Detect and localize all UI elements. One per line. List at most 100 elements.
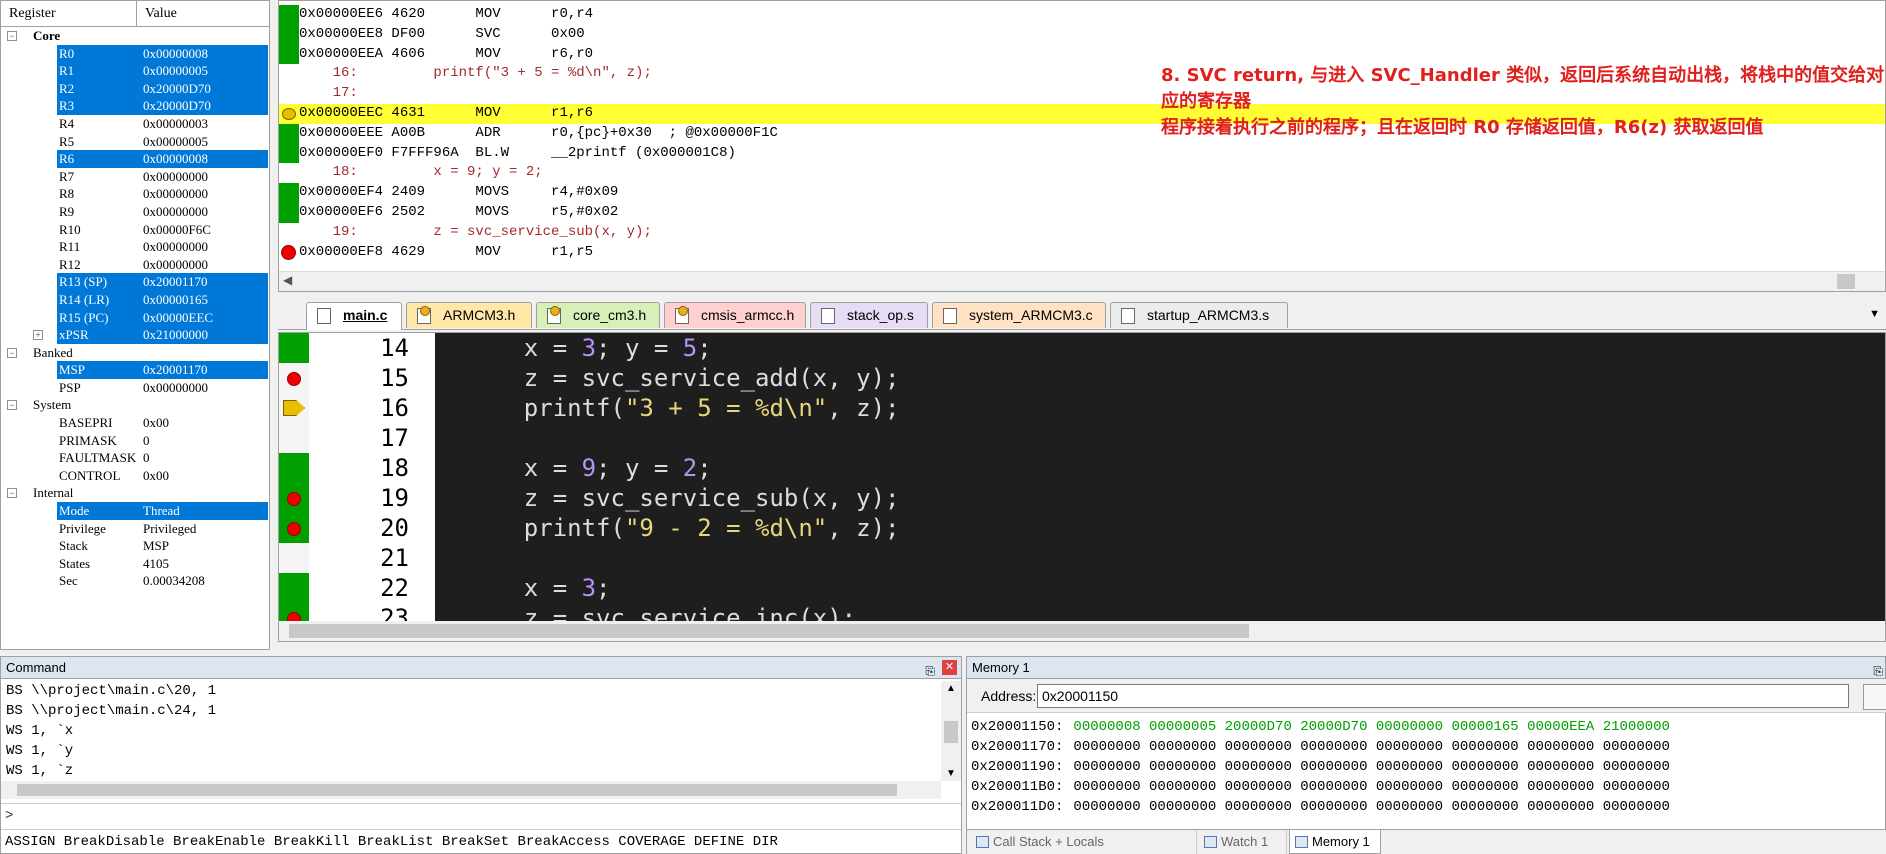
scroll-up-icon[interactable]: ▲ (946, 683, 956, 694)
register-row-r1[interactable]: R1 0x00000005 (1, 62, 269, 80)
disassembly-horizontal-scrollbar[interactable]: ◀ (279, 271, 1885, 291)
register-row-control[interactable]: CONTROL 0x00 (1, 467, 269, 485)
breakpoint-icon[interactable] (287, 372, 301, 386)
register-value[interactable]: 0x20001170 (143, 361, 208, 379)
editor-horizontal-scrollbar[interactable] (279, 621, 1885, 641)
register-row-r7[interactable]: R7 0x00000000 (1, 168, 269, 186)
register-row-xpsr[interactable]: + xPSR 0x21000000 (1, 326, 269, 344)
disassembly-line[interactable]: 0x00000EF8 4629 MOV r1,r5 (279, 243, 1885, 263)
register-row-psp[interactable]: PSP 0x00000000 (1, 379, 269, 397)
editor-line-22[interactable]: 22 x = 3; (279, 573, 1885, 603)
register-value[interactable]: 0x00000165 (143, 291, 208, 309)
lock-icon[interactable] (1863, 684, 1886, 710)
bottom-tab-watch-1[interactable]: Watch 1 (1199, 830, 1287, 854)
register-row-r12[interactable]: R12 0x00000000 (1, 256, 269, 274)
tab-main-c[interactable]: main.c (306, 302, 402, 330)
register-value[interactable]: 0x00000008 (143, 150, 208, 168)
register-value[interactable]: 0x00000000 (143, 185, 208, 203)
register-row-r8[interactable]: R8 0x00000000 (1, 185, 269, 203)
scroll-thumb[interactable] (1837, 274, 1855, 289)
register-row-r3[interactable]: R3 0x20000D70 (1, 97, 269, 115)
disassembly-line[interactable]: 0x00000EE8 DF00 SVC 0x00 (279, 24, 1885, 45)
scroll-left-icon[interactable]: ◀ (283, 273, 292, 287)
register-value[interactable]: 0x00000F6C (143, 221, 211, 239)
disassembly-line[interactable]: 0x00000EE6 4620 MOV r0,r4 (279, 5, 1885, 25)
value-column-header[interactable]: Value (137, 1, 269, 26)
register-value[interactable]: 0x00000000 (143, 256, 208, 274)
tab-armcm3-h[interactable]: ARMCM3.h (406, 302, 532, 328)
register-column-header[interactable]: Register (1, 1, 137, 26)
register-group-core[interactable]: − Core (1, 27, 269, 45)
memory-values[interactable]: 00000000 00000000 00000000 00000000 0000… (1073, 779, 1670, 795)
memory-values[interactable]: 00000000 00000000 00000000 00000000 0000… (1073, 739, 1670, 755)
tab-core-cm3-h[interactable]: core_cm3.h (536, 302, 660, 328)
memory-row[interactable]: 0x20001190: 00000000 00000000 00000000 00… (971, 757, 1670, 777)
editor-line-16[interactable]: 16 printf("3 + 5 = %d\n", z); (279, 393, 1885, 423)
breakpoint-icon[interactable] (287, 522, 301, 536)
register-row-r14[interactable]: R14 (LR) 0x00000165 (1, 290, 269, 309)
editor-line-21[interactable]: 21 (279, 543, 1885, 573)
editor-line-14[interactable]: 14 x = 3; y = 5; (279, 333, 1885, 363)
memory-values[interactable]: 00000000 00000000 00000000 00000000 0000… (1073, 759, 1670, 775)
memory-row[interactable]: 0x20001170: 00000000 00000000 00000000 00… (971, 737, 1670, 757)
register-value[interactable]: 0x00000003 (143, 115, 208, 133)
disassembly-line[interactable]: 0x00000EEA 4606 MOV r6,r0 (279, 44, 1885, 65)
command-input[interactable]: > (1, 803, 961, 827)
register-row-msp[interactable]: MSP 0x20001170 (1, 361, 269, 379)
disassembly-line[interactable]: 0x00000EF0 F7FFF96A BL.W __2printf (0x00… (279, 143, 1885, 164)
register-row-primask[interactable]: PRIMASK 0 (1, 432, 269, 450)
disassembly-line[interactable]: 18: x = 9; y = 2; (279, 163, 1885, 183)
memory-row[interactable]: 0x200011B0: 00000000 00000000 00000000 00… (971, 777, 1670, 797)
collapse-toggle-icon[interactable]: − (7, 347, 17, 358)
register-row-r11[interactable]: R11 0x00000000 (1, 238, 269, 256)
command-vertical-scrollbar[interactable]: ▲ ▼ (941, 681, 961, 781)
register-value[interactable]: 0x00000008 (143, 45, 208, 63)
register-value[interactable]: 0x20000D70 (143, 97, 211, 115)
collapse-toggle-icon[interactable]: − (7, 31, 17, 41)
register-value[interactable]: 0x00 (143, 467, 169, 485)
register-value[interactable]: 0x00 (143, 414, 169, 432)
tab-startup-armcm3-s[interactable]: startup_ARMCM3.s (1110, 302, 1288, 328)
register-group-internal[interactable]: − Internal (1, 484, 269, 502)
code-editor[interactable]: 14 x = 3; y = 5; 15 z = svc_service_add(x… (278, 332, 1886, 642)
register-row-r2[interactable]: R2 0x20000D70 (1, 79, 269, 98)
register-value[interactable]: 0x00000000 (143, 203, 208, 221)
register-value[interactable]: Thread (143, 502, 180, 520)
breakpoint-icon[interactable] (287, 492, 301, 506)
memory-values[interactable]: 00000008 00000005 20000D70 20000D70 0000… (1073, 719, 1670, 735)
register-value[interactable]: 0x00000000 (143, 238, 208, 256)
editor-line-15[interactable]: 15 z = svc_service_add(x, y); (279, 363, 1885, 393)
register-value[interactable]: 0 (143, 432, 150, 450)
register-value[interactable]: 0x00000000 (143, 168, 208, 186)
memory-values[interactable]: 00000000 00000000 00000000 00000000 0000… (1073, 799, 1670, 815)
register-value[interactable]: 0x20001170 (143, 273, 208, 291)
register-row-r0[interactable]: R0 0x00000008 (1, 44, 269, 63)
pin-icon[interactable]: ⎘ (925, 660, 935, 682)
scroll-thumb[interactable] (944, 721, 958, 743)
register-row-faultmask[interactable]: FAULTMASK 0 (1, 449, 269, 467)
expand-toggle-icon[interactable]: + (33, 330, 43, 341)
register-value[interactable]: 0x20000D70 (143, 80, 211, 98)
collapse-toggle-icon[interactable]: − (7, 400, 17, 411)
register-row-r6[interactable]: R6 0x00000008 (1, 150, 269, 168)
register-value[interactable]: Privileged (143, 520, 196, 538)
scroll-down-icon[interactable]: ▼ (946, 768, 956, 779)
editor-line-18[interactable]: 18 x = 9; y = 2; (279, 453, 1885, 483)
register-value[interactable]: 0x21000000 (143, 326, 208, 344)
register-group-banked[interactable]: − Banked (1, 344, 269, 362)
collapse-toggle-icon[interactable]: − (7, 488, 17, 499)
register-row-mode[interactable]: Mode Thread (1, 502, 269, 520)
register-row-r5[interactable]: R5 0x00000005 (1, 133, 269, 151)
register-value[interactable]: 0.00034208 (143, 572, 205, 590)
register-row-r15[interactable]: R15 (PC) 0x00000EEC (1, 308, 269, 327)
register-row-r9[interactable]: R9 0x00000000 (1, 203, 269, 221)
editor-line-20[interactable]: 20 printf("9 - 2 = %d\n", z); (279, 513, 1885, 543)
disassembly-line[interactable]: 0x00000EF4 2409 MOVS r4,#0x09 (279, 183, 1885, 203)
register-row-r10[interactable]: R10 0x00000F6C (1, 221, 269, 239)
memory-row[interactable]: 0x20001150: 00000008 00000005 20000D70 20… (971, 717, 1670, 737)
tab-system-armcm3-c[interactable]: system_ARMCM3.c (932, 302, 1106, 328)
address-input[interactable]: 0x20001150 (1037, 684, 1849, 708)
scroll-thumb[interactable] (289, 624, 1249, 638)
tab-stack-op-s[interactable]: stack_op.s (810, 302, 928, 328)
scroll-thumb[interactable] (17, 784, 897, 796)
